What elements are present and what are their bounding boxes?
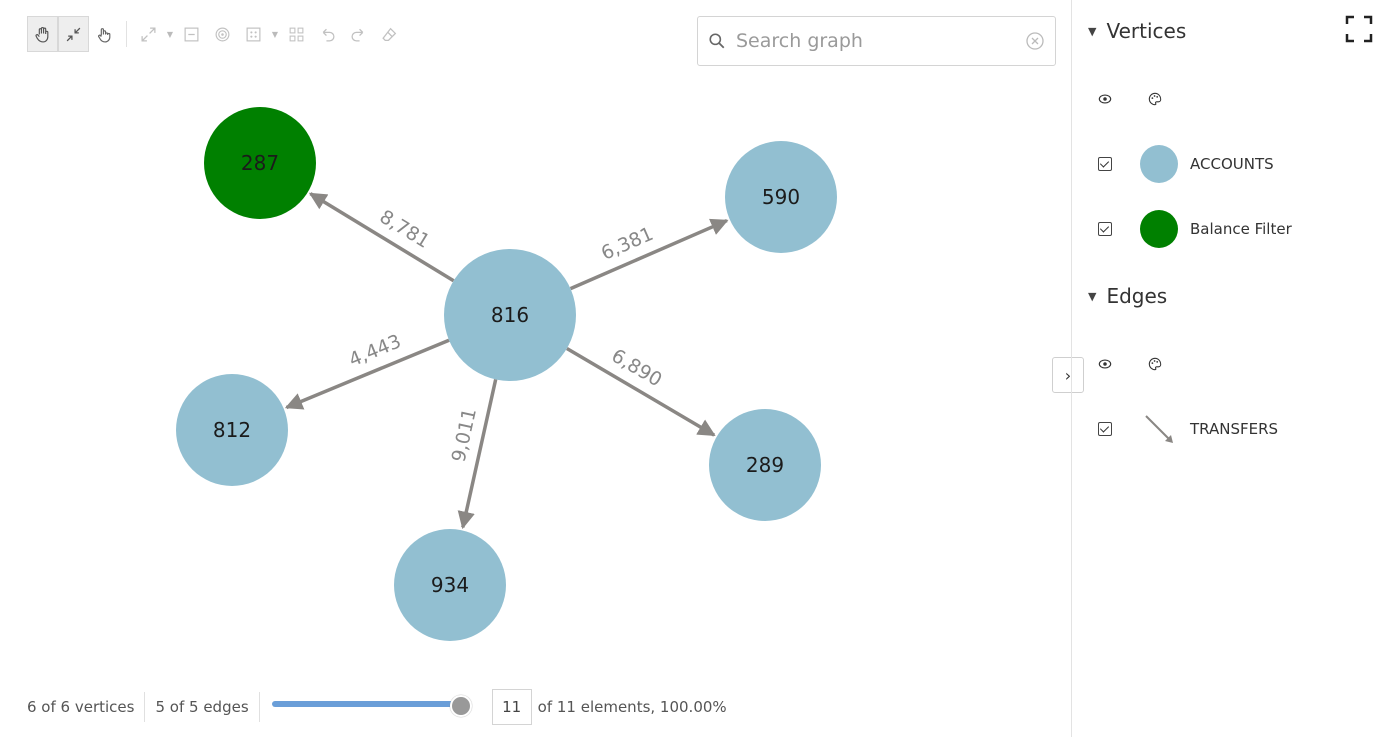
eye-icon[interactable]: [1098, 357, 1112, 371]
vertex-legend-item[interactable]: ACCOUNTS: [1098, 145, 1274, 183]
vertex-label: 934: [431, 573, 469, 597]
layout-button[interactable]: [238, 16, 269, 52]
vertex-label: 287: [241, 151, 279, 175]
vertex-590[interactable]: 590: [725, 141, 837, 253]
graph-canvas[interactable]: 8,781 6,381 4,443 6,890 9,011 816 287 590 812 28…: [0, 70, 1060, 670]
color-swatch[interactable]: [1140, 145, 1178, 183]
minus-square-icon: [184, 27, 199, 41]
chevron-down-icon[interactable]: ▼: [269, 16, 281, 52]
clear-icon[interactable]: [1025, 31, 1045, 51]
eraser-icon: [382, 27, 397, 41]
edge-label: 6,381: [598, 223, 657, 265]
vertex-label: 812: [213, 418, 251, 442]
color-swatch[interactable]: [1140, 210, 1178, 248]
focus-button[interactable]: [207, 16, 238, 52]
edge-label: 6,890: [608, 345, 666, 392]
expand-icon: [141, 26, 156, 42]
element-count-input[interactable]: 11: [491, 689, 532, 725]
search-icon: [709, 33, 725, 49]
edge-arrow-icon[interactable]: [1140, 410, 1178, 448]
edge-type-label: TRANSFERS: [1190, 420, 1279, 438]
collapse-arrows-icon: [66, 27, 81, 41]
vertex-label: 816: [491, 303, 529, 327]
fit-view-button[interactable]: [133, 16, 164, 52]
vertex-934[interactable]: 934: [394, 529, 506, 641]
vertices-title: Vertices: [1106, 19, 1187, 43]
graph-footer: 6 of 6 vertices 5 of 5 edges 11 of 11 el…: [27, 688, 727, 726]
slider-track: [271, 701, 461, 707]
edge-legend-item[interactable]: TRANSFERS: [1098, 410, 1278, 448]
redo-icon: [351, 28, 364, 42]
redo-button[interactable]: [343, 16, 374, 52]
visibility-checkbox[interactable]: [1098, 222, 1112, 236]
edge-label: 8,781: [376, 206, 434, 253]
fullscreen-icon[interactable]: [1345, 15, 1373, 43]
edges-tools: [1098, 357, 1162, 371]
graph-toolbar: ▼ ▼: [27, 16, 405, 52]
visibility-checkbox[interactable]: [1098, 157, 1112, 171]
chevron-down-icon[interactable]: ▼: [164, 16, 176, 52]
vertices-tools: [1098, 92, 1162, 106]
edges-title: Edges: [1106, 284, 1168, 308]
vertex-289[interactable]: 289: [709, 409, 821, 521]
legend-panel: ▼ Vertices ACCOUNTS Balance Filter ▼ Edge…: [1071, 0, 1394, 737]
select-hand-button[interactable]: [89, 16, 120, 52]
vertex-type-label: ACCOUNTS: [1190, 155, 1274, 173]
search-input[interactable]: [736, 30, 1025, 52]
vertex-type-label: Balance Filter: [1190, 220, 1292, 238]
vertex-812[interactable]: 812: [176, 374, 288, 486]
palette-icon[interactable]: [1148, 357, 1162, 371]
edge-count: 5 of 5 edges: [155, 698, 249, 716]
minimize-button[interactable]: [176, 16, 207, 52]
vertex-legend-item[interactable]: Balance Filter: [1098, 210, 1292, 248]
undo-button[interactable]: [312, 16, 343, 52]
edge-816-287[interactable]: [308, 192, 455, 283]
edge-label: 4,443: [346, 330, 405, 371]
vertex-287[interactable]: 287: [204, 107, 316, 219]
pointer-hand-icon: [98, 27, 111, 43]
pan-hand-button[interactable]: [27, 16, 58, 52]
collapse-button[interactable]: [58, 16, 89, 52]
target-icon: [215, 27, 230, 41]
vertex-label: 590: [762, 185, 800, 209]
chevron-down-icon: ▼: [1088, 289, 1097, 303]
visibility-checkbox[interactable]: [1098, 422, 1112, 436]
grid-dots-icon: [246, 27, 261, 41]
edges-section-toggle[interactable]: ▼ Edges: [1088, 284, 1167, 308]
eye-icon[interactable]: [1098, 92, 1112, 106]
footer-divider: [144, 692, 146, 722]
chevron-down-icon: ▼: [1088, 24, 1097, 38]
elements-slider[interactable]: [271, 695, 472, 719]
hand-icon: [35, 26, 49, 43]
slider-thumb[interactable]: [449, 695, 472, 717]
vertex-count: 6 of 6 vertices: [27, 698, 135, 716]
vertex-816[interactable]: 816: [444, 249, 576, 381]
tiles-icon: [289, 27, 304, 41]
search-box: [697, 16, 1056, 66]
footer-divider: [258, 692, 260, 722]
vertices-section-toggle[interactable]: ▼ Vertices: [1088, 19, 1186, 43]
palette-icon[interactable]: [1148, 92, 1162, 106]
edge-label: 9,011: [448, 406, 481, 464]
undo-icon: [322, 28, 335, 42]
vertex-label: 289: [746, 453, 784, 477]
erase-button[interactable]: [374, 16, 405, 52]
toolbar-divider: [126, 21, 127, 47]
elements-summary: of 11 elements, 100.00%: [537, 698, 727, 716]
arrange-button[interactable]: [281, 16, 312, 52]
